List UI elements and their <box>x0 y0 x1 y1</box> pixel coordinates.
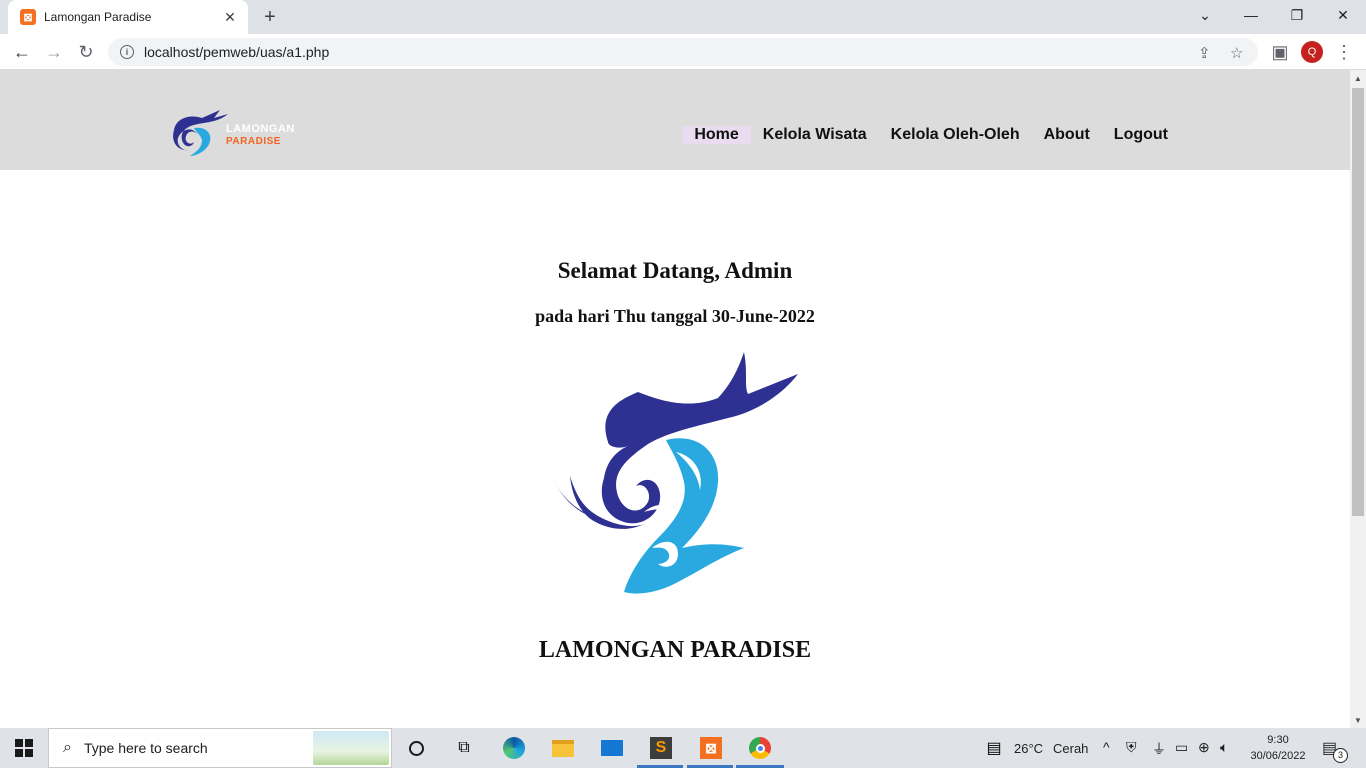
site-header: LAMONGAN PARADISE Home Kelola Wisata Kel… <box>0 70 1350 170</box>
date-heading: pada hari Thu tanggal 30-June-2022 <box>535 306 815 326</box>
taskbar-search[interactable]: ⌕ Type here to search <box>48 728 392 768</box>
site-info-icon[interactable]: i <box>120 45 134 59</box>
chrome-icon[interactable] <box>748 736 772 760</box>
volume-icon[interactable]: 🔈︎ <box>1220 739 1228 756</box>
close-window-button[interactable]: ✕ <box>1320 0 1366 30</box>
nav-about[interactable]: About <box>1032 126 1102 144</box>
new-tab-button[interactable]: + <box>258 5 282 29</box>
tab-close-icon[interactable]: ✕ <box>222 9 238 25</box>
search-placeholder: Type here to search <box>83 740 208 756</box>
tab-title: Lamongan Paradise <box>44 10 152 24</box>
chevron-up-icon[interactable]: ^ <box>1103 739 1110 755</box>
weather-icon[interactable]: ▤ <box>982 736 1006 760</box>
minimize-button[interactable]: — <box>1228 0 1274 30</box>
welcome-heading: Selamat Datang, Admin <box>557 258 793 283</box>
restore-button[interactable]: ❐ <box>1274 0 1320 30</box>
logo-fish-icon <box>173 110 228 156</box>
windows-taskbar: ⌕ Type here to search ⧉ S ⊠ ▤ 26°C Cerah… <box>0 728 1366 768</box>
side-panel-icon[interactable]: ▣ <box>1266 38 1294 66</box>
chrome-menu-icon[interactable]: ⋮ <box>1330 38 1358 66</box>
brand-heading: LAMONGAN PARADISE <box>538 637 812 663</box>
usb-device-icon[interactable]: ⏚ <box>1152 739 1166 759</box>
site-logo[interactable]: LAMONGAN PARADISE <box>168 108 313 158</box>
mail-icon[interactable] <box>600 736 624 760</box>
sublime-text-icon[interactable]: S <box>649 736 673 760</box>
logo-text-paradise: PARADISE <box>226 136 281 147</box>
search-icon: ⌕ <box>63 739 72 756</box>
scroll-up-arrow-icon[interactable]: ▲ <box>1350 70 1366 86</box>
edge-icon[interactable] <box>502 736 526 760</box>
nav-kelola-oleh-oleh[interactable]: Kelola Oleh-Oleh <box>879 126 1032 144</box>
page-scrollbar[interactable]: ▲ ▼ <box>1350 70 1366 728</box>
nav-kelola-wisata[interactable]: Kelola Wisata <box>751 126 879 144</box>
search-highlight-image <box>313 731 389 765</box>
scroll-thumb[interactable] <box>1352 88 1364 516</box>
tab-search-icon[interactable]: ⌄ <box>1182 0 1228 30</box>
lamongan-paradise-logo <box>552 352 798 594</box>
battery-icon[interactable]: ▭ <box>1175 739 1188 756</box>
network-globe-icon[interactable]: ⊕ <box>1198 739 1210 756</box>
main-content: Selamat Datang, Admin pada hari Thu tang… <box>0 170 1350 728</box>
nav-home[interactable]: Home <box>682 126 751 144</box>
cortana-icon[interactable] <box>404 736 428 760</box>
notification-badge: 3 <box>1333 748 1348 763</box>
main-nav: Home Kelola Wisata Kelola Oleh-Oleh Abou… <box>682 126 1180 144</box>
forward-button[interactable]: → <box>40 38 68 66</box>
scroll-down-arrow-icon[interactable]: ▼ <box>1350 712 1366 728</box>
file-explorer-icon[interactable] <box>551 736 575 760</box>
weather-desc[interactable]: Cerah <box>1053 741 1088 756</box>
browser-toolbar: ← → ↻ i localhost/pemweb/uas/a1.php ⇪ ☆ … <box>0 34 1366 70</box>
browser-tab[interactable]: ⊠ Lamongan Paradise ✕ <box>8 0 248 34</box>
clock-time: 9:30 <box>1267 734 1289 746</box>
security-shield-icon[interactable]: ⛨ <box>1126 739 1137 756</box>
url-text: localhost/pemweb/uas/a1.php <box>144 44 330 60</box>
task-view-icon[interactable]: ⧉ <box>452 736 476 760</box>
clock-date: 30/06/2022 <box>1250 750 1306 762</box>
nav-logout[interactable]: Logout <box>1102 126 1180 144</box>
xampp-icon[interactable]: ⊠ <box>699 736 723 760</box>
windows-logo-icon <box>15 739 33 757</box>
start-button[interactable] <box>0 728 48 768</box>
reload-button[interactable]: ↻ <box>72 38 100 66</box>
logo-text-lamongan: LAMONGAN <box>226 123 295 135</box>
bookmark-star-icon[interactable]: ☆ <box>1230 44 1243 62</box>
xampp-favicon-icon: ⊠ <box>20 9 36 25</box>
share-icon[interactable]: ⇪ <box>1198 44 1211 62</box>
profile-avatar[interactable]: Q <box>1301 41 1323 63</box>
browser-tabstrip: ⊠ Lamongan Paradise ✕ + ⌄ — ❐ ✕ <box>0 0 1366 34</box>
back-button[interactable]: ← <box>8 38 36 66</box>
weather-temp[interactable]: 26°C <box>1014 741 1043 756</box>
taskbar-clock[interactable]: 9:30 30/06/2022 <box>1248 732 1308 764</box>
address-bar[interactable]: i localhost/pemweb/uas/a1.php ⇪ ☆ <box>108 38 1258 66</box>
